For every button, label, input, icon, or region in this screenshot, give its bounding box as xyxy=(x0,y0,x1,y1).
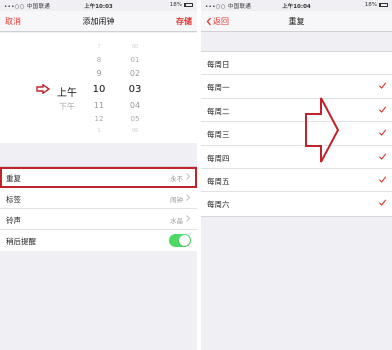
minute-option: 04 xyxy=(129,101,141,110)
day-label: 每周三 xyxy=(207,130,230,140)
snooze-row: 稍后提醒 xyxy=(0,230,197,251)
repeat-screen: •••○○ 中国联通 上午10:04 18% 返回 重复 每周日 每周一 每周二… xyxy=(201,0,392,350)
status-time: 上午10:03 xyxy=(84,4,113,10)
snooze-label: 稍后提醒 xyxy=(6,237,36,246)
hour-option: 1 xyxy=(97,128,101,134)
hour-option: 7 xyxy=(97,44,101,50)
repeat-day-list: 每周日 每周一 每周二 每周三 每周四 每周五 每周六 xyxy=(201,51,392,217)
ampm-option: 下午 xyxy=(59,102,75,111)
hour-option: 11 xyxy=(93,101,105,110)
chevron-right-icon xyxy=(186,215,191,222)
repeat-row[interactable]: 重复 永不 xyxy=(0,167,197,188)
checkmark-icon xyxy=(379,82,387,90)
battery-icon xyxy=(184,3,193,7)
chevron-right-icon xyxy=(186,194,191,201)
hour-option: 12 xyxy=(94,115,104,123)
chevron-right-icon xyxy=(186,173,191,180)
add-alarm-screen: •••○○ 中国联通 上午10:03 18% 取消 添加闹钟 存储 上午 下午 … xyxy=(0,0,197,350)
repeat-label: 重复 xyxy=(6,174,21,183)
battery-percent: 18% xyxy=(169,2,182,8)
nav-bar: 取消 添加闹钟 存储 xyxy=(0,11,197,32)
annotation-arrow-icon xyxy=(305,97,340,163)
day-label: 每周六 xyxy=(207,200,230,210)
hour-option: 9 xyxy=(96,69,102,78)
tag-value: 闹钟 xyxy=(170,196,183,204)
minute-option: 01 xyxy=(130,56,140,64)
list-item[interactable]: 每周六 xyxy=(201,192,392,215)
repeat-value: 永不 xyxy=(170,175,183,183)
nav-bar: 返回 重复 xyxy=(201,11,392,32)
list-item[interactable]: 每周二 xyxy=(201,99,392,123)
hour-selected: 10 xyxy=(92,84,106,95)
page-title: 重复 xyxy=(288,17,305,26)
status-bar: •••○○ 中国联通 上午10:03 18% xyxy=(0,0,197,11)
list-item[interactable]: 每周三 xyxy=(201,122,392,146)
checkmark-icon xyxy=(379,106,387,113)
battery-icon xyxy=(379,3,388,7)
day-label: 每周一 xyxy=(207,83,230,93)
alarm-settings: 重复 永不 标签 闹钟 铃声 水晶 稍后提醒 xyxy=(0,166,197,251)
status-time: 上午10:04 xyxy=(282,4,311,10)
checkmark-icon xyxy=(379,176,387,183)
snooze-toggle[interactable] xyxy=(169,234,191,247)
checkmark-icon xyxy=(379,129,387,137)
list-item[interactable]: 每周日 xyxy=(201,52,392,76)
battery-percent: 18% xyxy=(364,2,377,8)
minute-option: 06 xyxy=(131,128,139,134)
day-label: 每周四 xyxy=(207,153,230,163)
minute-selected: 03 xyxy=(128,84,142,95)
hour-option: 8 xyxy=(96,56,102,64)
checkmark-icon xyxy=(379,199,387,207)
status-bar: •••○○ 中国联通 上午10:04 18% xyxy=(201,0,392,11)
tag-label: 标签 xyxy=(6,195,21,204)
list-item[interactable]: 每周五 xyxy=(201,169,392,193)
ampm-selected: 上午 xyxy=(57,88,77,99)
minute-option: 02 xyxy=(129,69,141,78)
annotation-arrow-icon xyxy=(36,84,50,94)
page-title: 添加闹钟 xyxy=(82,17,115,26)
ringtone-value: 水晶 xyxy=(170,217,183,225)
minute-option: 00 xyxy=(131,44,139,50)
save-button[interactable]: 存储 xyxy=(176,16,192,27)
list-item[interactable]: 每周一 xyxy=(201,75,392,99)
checkmark-icon xyxy=(379,153,387,160)
time-picker[interactable]: 上午 下午 7 8 9 10 11 12 1 00 01 02 03 04 05… xyxy=(0,33,197,143)
ringtone-row[interactable]: 铃声 水晶 xyxy=(0,209,197,230)
day-label: 每周二 xyxy=(207,106,230,116)
day-label: 每周五 xyxy=(207,176,230,186)
list-item[interactable]: 每周四 xyxy=(201,146,392,169)
day-label: 每周日 xyxy=(207,60,230,69)
tag-row[interactable]: 标签 闹钟 xyxy=(0,188,197,209)
minute-option: 05 xyxy=(130,115,140,123)
ringtone-label: 铃声 xyxy=(6,216,21,225)
